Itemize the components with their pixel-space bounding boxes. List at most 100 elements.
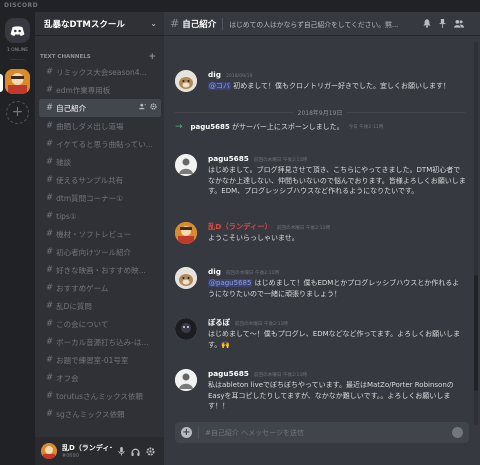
message-author[interactable]: pagu5685 bbox=[191, 123, 230, 131]
avatar[interactable] bbox=[175, 222, 197, 244]
message-author[interactable]: pagu5685 bbox=[208, 369, 249, 378]
hash-icon: # bbox=[46, 337, 54, 347]
chat-area: # 自己紹介 はじめての人はかならず自己紹介をしてください。黙... dig 20… bbox=[164, 12, 480, 465]
avatar[interactable] bbox=[41, 443, 57, 459]
person-avatar-icon bbox=[175, 369, 197, 391]
channel-item[interactable]: # 好きな映画・おすすめ映... bbox=[39, 261, 161, 279]
user-tag: #0690 bbox=[62, 453, 79, 459]
pin-icon[interactable] bbox=[439, 19, 446, 28]
member-list-icon[interactable] bbox=[454, 19, 465, 28]
add-channel-icon[interactable]: + bbox=[148, 52, 156, 62]
user-mention[interactable]: @コバ bbox=[208, 82, 231, 90]
channel-item[interactable]: # 初心者向けツール紹介 bbox=[39, 243, 161, 261]
gear-icon[interactable] bbox=[150, 103, 157, 110]
notification-bell-icon[interactable] bbox=[423, 19, 431, 28]
window-titlebar: DISCORD bbox=[0, 0, 480, 12]
hash-icon: # bbox=[46, 193, 54, 203]
channel-item[interactable]: # 使えるサンプル共有 bbox=[39, 171, 161, 189]
message-composer: + bbox=[175, 422, 469, 443]
headphones-icon[interactable] bbox=[131, 447, 140, 456]
avatar[interactable] bbox=[175, 70, 197, 92]
message-content: はじめまして。ブログ拝見させて頂き、こちらにやってきました。DTM初心者でなかな… bbox=[208, 166, 466, 195]
message-input[interactable] bbox=[205, 428, 452, 437]
gear-icon[interactable] bbox=[146, 446, 155, 456]
channel-item-active[interactable]: # 自己紹介 bbox=[39, 99, 161, 117]
hash-icon: # bbox=[46, 355, 54, 365]
dark-avatar-icon bbox=[175, 318, 197, 340]
channel-item[interactable]: # お題で練習室-01号室 bbox=[39, 351, 161, 369]
dog-avatar-icon bbox=[175, 70, 197, 92]
channel-category[interactable]: TEXT CHANNELS + bbox=[35, 52, 164, 62]
discord-home-button[interactable] bbox=[5, 18, 30, 43]
channel-item[interactable]: # edm作業専用板 bbox=[39, 81, 161, 99]
hash-icon: # bbox=[46, 373, 54, 383]
channel-topic[interactable]: はじめての人はかならず自己紹介をしてください。黙... bbox=[229, 19, 417, 29]
channel-item[interactable]: # この会について bbox=[39, 315, 161, 333]
hash-icon: # bbox=[46, 175, 54, 185]
discord-logo-icon bbox=[10, 25, 25, 36]
channel-item[interactable]: # sgさんミックス依頼 bbox=[39, 405, 161, 423]
server-name: 乱暴なDTMスクール bbox=[44, 19, 125, 30]
channel-item[interactable]: # tips① bbox=[39, 207, 161, 225]
server-list: 1 ONLINE + bbox=[0, 12, 35, 465]
guild-separator bbox=[10, 59, 25, 60]
hash-icon: # bbox=[46, 283, 54, 293]
message-author[interactable]: pagu5685 bbox=[208, 154, 249, 163]
avatar[interactable] bbox=[175, 154, 197, 176]
channel-item[interactable]: # オフ会 bbox=[39, 369, 161, 387]
channel-item[interactable]: # 曲晒しダメ出し道場 bbox=[39, 117, 161, 135]
message-timestamp: 前回の木曜日 午後2:11時 bbox=[225, 271, 280, 276]
message-timestamp: 今日 午後2:11時 bbox=[348, 125, 384, 130]
server-header[interactable]: 乱暴なDTMスクール ⌄ bbox=[35, 12, 164, 36]
channel-item[interactable]: # リミックス大会season4... bbox=[39, 63, 161, 81]
hash-icon: # bbox=[46, 301, 54, 311]
message-timestamp: 前回の木曜日 午後2:11時 bbox=[253, 158, 307, 163]
hash-icon: # bbox=[46, 103, 54, 113]
channel-sidebar: 乱暴なDTMスクール ⌄ TEXT CHANNELS + # リミックス大会sea… bbox=[35, 12, 164, 465]
selected-guild-indicator bbox=[0, 74, 3, 92]
channel-item[interactable]: # 雑談 bbox=[39, 153, 161, 171]
hash-icon: # bbox=[46, 211, 54, 221]
hash-icon: # bbox=[46, 139, 54, 149]
user-panel: 乱D（ランディー） #0690 bbox=[35, 437, 164, 465]
message-content: はじめまして〜！僕もプログレ、EDMなどなど作ってます。よろしくお願いします。🙌 bbox=[208, 330, 461, 349]
hash-icon: # bbox=[46, 67, 54, 77]
hash-icon: # bbox=[46, 319, 54, 329]
user-mention[interactable]: @pagu5685 bbox=[208, 279, 253, 287]
header-divider bbox=[222, 17, 224, 30]
hash-icon: # bbox=[46, 121, 54, 131]
microphone-icon[interactable] bbox=[118, 446, 125, 456]
channel-item[interactable]: # イケてると思う曲貼ってい... bbox=[39, 135, 161, 153]
channel-item[interactable]: # dtm質問コーナー① bbox=[39, 189, 161, 207]
hash-icon: # bbox=[46, 157, 54, 167]
avatar[interactable] bbox=[175, 318, 197, 340]
user-name: 乱D（ランディー） bbox=[62, 444, 112, 452]
message-author[interactable]: ぽるぽ bbox=[208, 318, 230, 328]
message-timestamp: 前回の木曜日 午後2:11時 bbox=[234, 322, 289, 327]
chevron-down-icon: ⌄ bbox=[150, 19, 157, 28]
avatar[interactable] bbox=[175, 369, 197, 391]
channel-item[interactable]: # 乱Dに質問 bbox=[39, 297, 161, 315]
hash-icon: # bbox=[46, 229, 54, 239]
channel-item[interactable]: # torutusさんミックス依頼 bbox=[39, 387, 161, 405]
avatar[interactable] bbox=[175, 267, 197, 289]
message-author[interactable]: dig bbox=[208, 267, 221, 276]
scrollbar-thumb[interactable] bbox=[474, 275, 478, 391]
invite-icon[interactable] bbox=[139, 103, 146, 110]
user-avatar-icon bbox=[175, 222, 197, 244]
message-author[interactable]: dig bbox=[208, 70, 221, 79]
person-avatar-icon bbox=[175, 154, 197, 176]
channel-item[interactable]: # ボーカル音源打ち込み-は... bbox=[39, 333, 161, 351]
hash-icon: # bbox=[46, 409, 54, 419]
message-author[interactable]: 乱D（ランディー） bbox=[208, 222, 272, 232]
channel-item[interactable]: # 機材・ソフトレビュー bbox=[39, 225, 161, 243]
category-label: TEXT CHANNELS bbox=[40, 54, 91, 60]
emoji-picker-icon[interactable] bbox=[452, 427, 463, 438]
add-attachment-button[interactable]: + bbox=[181, 427, 192, 438]
server-icon-selected[interactable] bbox=[5, 69, 30, 94]
message-timestamp: 2018/09/19 bbox=[225, 74, 253, 79]
message-content: 私はableton liveでぼちぼちやっています。最近はMatZo/Porte… bbox=[208, 381, 454, 410]
channel-item[interactable]: # おすすめゲーム bbox=[39, 279, 161, 297]
system-message: → pagu5685 がサーバー上にスポーンしました。 今日 午後2:11時 bbox=[175, 122, 384, 132]
add-server-button[interactable]: + bbox=[6, 101, 29, 124]
